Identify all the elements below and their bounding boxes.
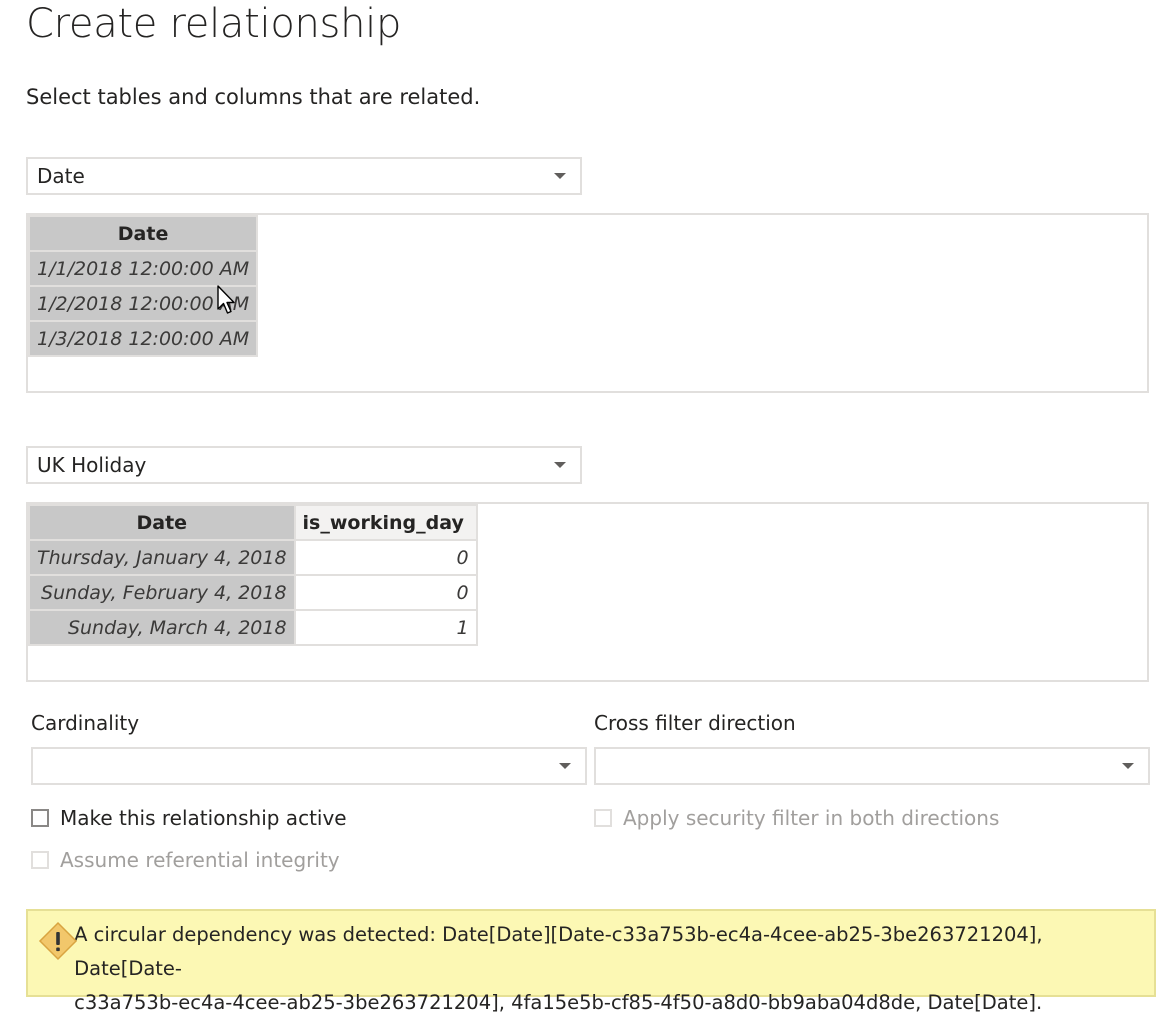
table1-select-value: Date (37, 164, 85, 188)
chevron-down-icon (554, 173, 566, 179)
referential-integrity-label: Assume referential integrity (60, 848, 340, 872)
table-cell: 1/1/2018 12:00:00 AM (27, 250, 259, 287)
table-header-row: Date is_working_day (28, 504, 478, 541)
table-cell: Sunday, March 4, 2018 (28, 609, 296, 646)
warning-line-1: A circular dependency was detected: Date… (74, 923, 1043, 980)
mouse-cursor-icon (217, 285, 235, 314)
cardinality-label: Cardinality (31, 711, 140, 735)
table-cell: 1/3/2018 12:00:00 AM (27, 320, 259, 357)
security-filter-label: Apply security filter in both directions (623, 806, 1000, 830)
table-row: Sunday, March 4, 2018 1 (28, 609, 478, 646)
circular-dependency-warning: A circular dependency was detected: Date… (26, 909, 1156, 1014)
table-header-row: Date (27, 215, 259, 252)
column-header-date[interactable]: Date (28, 504, 296, 541)
make-active-checkbox[interactable] (31, 809, 49, 827)
warning-line-2: c33a753b-ec4a-4cee-ab25-3be263721204], 4… (74, 991, 1043, 1014)
table2-grid: Date is_working_day Thursday, January 4,… (28, 504, 478, 646)
column-header-is-working-day[interactable]: is_working_day (293, 504, 478, 541)
security-filter-option: Apply security filter in both directions (594, 806, 999, 830)
chevron-down-icon (554, 462, 566, 468)
make-active-label: Make this relationship active (60, 806, 347, 830)
chevron-down-icon (559, 763, 571, 769)
table-row: 1/1/2018 12:00:00 AM (27, 250, 259, 287)
make-active-option[interactable]: Make this relationship active (31, 806, 347, 830)
table-row: Sunday, February 4, 2018 0 (28, 574, 478, 611)
warning-message: A circular dependency was detected: Date… (74, 911, 1154, 1014)
chevron-down-icon (1122, 763, 1134, 769)
column-header-date[interactable]: Date (27, 215, 259, 252)
table-cell: Thursday, January 4, 2018 (28, 539, 296, 576)
table2-select[interactable]: UK Holiday (26, 446, 582, 484)
table1-select[interactable]: Date (26, 157, 582, 195)
referential-integrity-checkbox (31, 851, 49, 869)
table-cell: 0 (293, 574, 478, 611)
cross-filter-select[interactable] (594, 747, 1150, 785)
cross-filter-label: Cross filter direction (594, 711, 796, 735)
table-row: Thursday, January 4, 2018 0 (28, 539, 478, 576)
table-cell: 0 (293, 539, 478, 576)
dialog-title: Create relationship (26, 1, 402, 47)
dialog-subtitle: Select tables and columns that are relat… (26, 85, 481, 109)
table2-preview: Date is_working_day Thursday, January 4,… (26, 502, 1149, 682)
table2-select-value: UK Holiday (37, 453, 147, 477)
table-cell: Sunday, February 4, 2018 (28, 574, 296, 611)
referential-integrity-option: Assume referential integrity (31, 848, 340, 872)
security-filter-checkbox (594, 809, 612, 827)
cardinality-select[interactable] (31, 747, 587, 785)
table1-preview: Date 1/1/2018 12:00:00 AM 1/2/2018 12:00… (26, 213, 1149, 393)
warning-icon (28, 911, 78, 995)
table-row: 1/3/2018 12:00:00 AM (27, 320, 259, 357)
table-cell: 1 (293, 609, 478, 646)
